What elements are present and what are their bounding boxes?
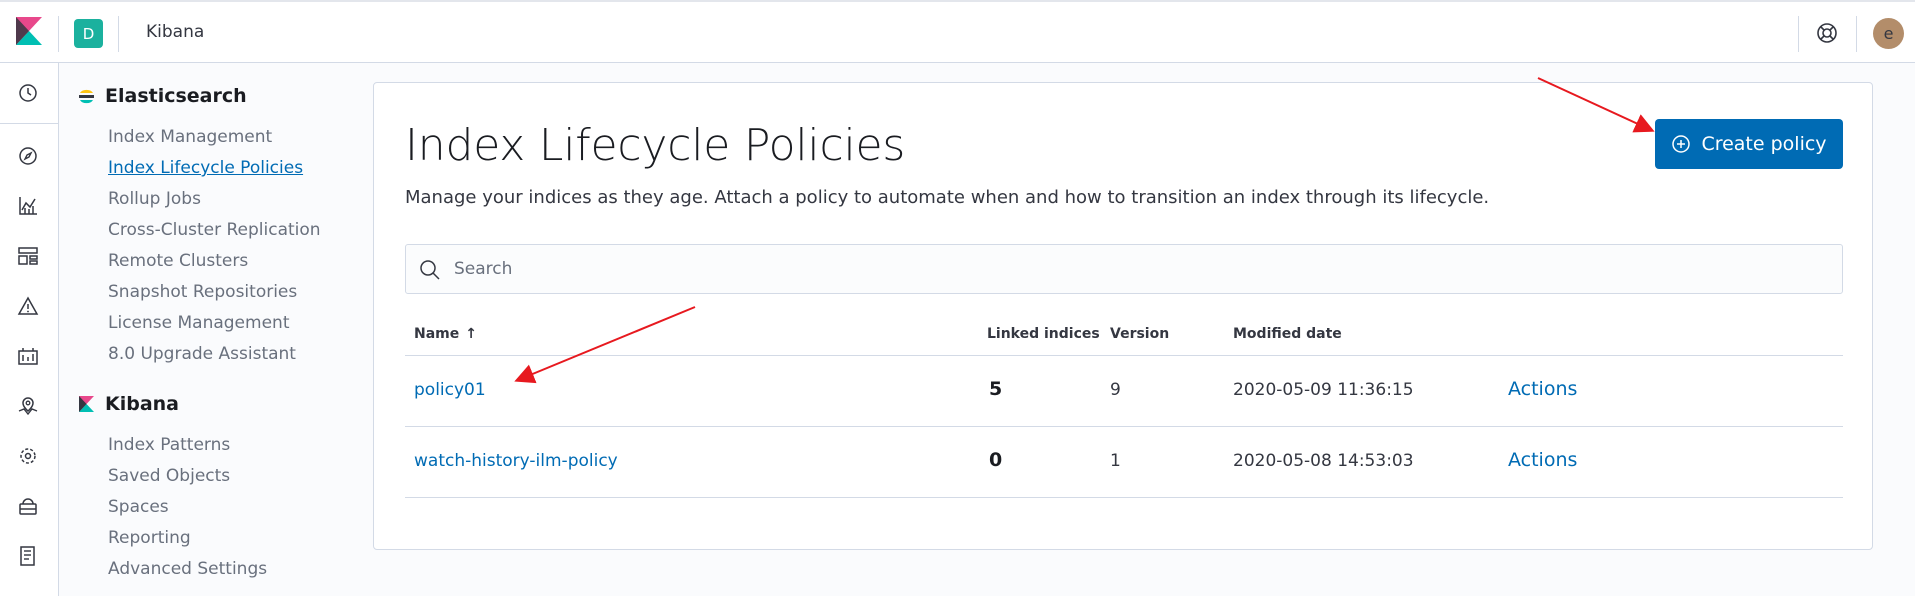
search-field [405,244,1843,294]
logs-icon[interactable] [17,545,39,567]
header-divider [1856,16,1857,52]
sidenav-item-upgrade-assistant[interactable]: 8.0 Upgrade Assistant [108,344,296,364]
alert-icon[interactable] [17,295,39,317]
sidenav-item-remote-clusters[interactable]: Remote Clusters [108,251,248,271]
kibana-section-logo-icon [79,395,94,412]
visualize-icon[interactable] [17,195,39,217]
policy-version: 9 [1110,380,1121,400]
column-header-name[interactable]: Name ↑ [414,326,477,342]
sidenav-item-spaces[interactable]: Spaces [108,497,169,517]
search-icon [420,260,440,280]
policy-version: 1 [1110,451,1121,471]
space-avatar[interactable]: D [74,19,103,48]
header-divider [118,16,119,52]
icon-nav [0,63,59,596]
sidenav-item-reporting[interactable]: Reporting [108,528,191,548]
app-title: Kibana [146,22,205,42]
sidenav-item-cross-cluster-replication[interactable]: Cross-Cluster Replication [108,220,321,240]
sidenav-item-index-patterns[interactable]: Index Patterns [108,435,230,455]
canvas-icon[interactable] [17,345,39,367]
sidenav-item-saved-objects[interactable]: Saved Objects [108,466,230,486]
actions-button[interactable]: Actions [1508,449,1577,471]
linked-indices-count: 0 [989,449,1003,471]
header-divider [1798,16,1799,52]
column-header-linked-indices: Linked indices [987,326,1100,342]
column-header-modified-date: Modified date [1233,326,1342,342]
user-avatar[interactable]: e [1873,18,1904,49]
modified-date: 2020-05-08 14:53:03 [1233,451,1414,471]
management-sidenav: Elasticsearch Index Management Index Lif… [60,63,360,596]
table-header: Name ↑ Linked indices Version Modified d… [405,313,1843,356]
column-header-version: Version [1110,326,1170,342]
kibana-section-title: Kibana [78,393,179,415]
nav-divider [0,123,58,124]
clock-icon[interactable] [17,82,39,104]
column-header-name-label: Name [414,326,460,342]
ml-icon[interactable] [17,445,39,467]
compass-icon[interactable] [17,145,39,167]
create-policy-button[interactable]: Create policy [1655,119,1843,169]
main-panel: Index Lifecycle Policies Manage your ind… [373,82,1873,550]
kibana-logo-icon[interactable] [14,17,44,47]
linked-indices-count: 5 [989,378,1003,400]
elasticsearch-logo-icon [79,89,94,103]
top-header: D Kibana e [0,0,1915,63]
elasticsearch-section-title: Elasticsearch [78,85,247,107]
elasticsearch-title-text: Elasticsearch [105,85,247,107]
help-icon[interactable] [1816,22,1838,44]
policy-name-link[interactable]: policy01 [414,380,486,400]
sort-ascending-icon: ↑ [465,326,477,342]
sidenav-item-advanced-settings[interactable]: Advanced Settings [108,559,267,579]
create-policy-label: Create policy [1701,133,1827,155]
sidenav-item-snapshot-repositories[interactable]: Snapshot Repositories [108,282,297,302]
maps-icon[interactable] [17,395,39,417]
modified-date: 2020-05-09 11:36:15 [1233,380,1414,400]
infra-icon[interactable] [17,495,39,517]
search-input[interactable] [454,245,1824,293]
plus-in-circle-icon [1672,135,1691,153]
actions-button[interactable]: Actions [1508,378,1577,400]
header-divider [58,16,59,52]
page-title: Index Lifecycle Policies [405,120,906,171]
table-row: watch-history-ilm-policy 0 1 2020-05-08 … [405,427,1843,498]
sidenav-item-index-lifecycle-policies[interactable]: Index Lifecycle Policies [108,158,303,178]
sidenav-item-license-management[interactable]: License Management [108,313,289,333]
table-row: policy01 5 9 2020-05-09 11:36:15 Actions [405,356,1843,427]
policy-name-link[interactable]: watch-history-ilm-policy [414,451,618,471]
dashboard-icon[interactable] [17,245,39,267]
sidenav-item-rollup-jobs[interactable]: Rollup Jobs [108,189,201,209]
page-description: Manage your indices as they age. Attach … [405,187,1490,208]
sidenav-item-index-management[interactable]: Index Management [108,127,272,147]
kibana-title-text: Kibana [105,393,180,415]
